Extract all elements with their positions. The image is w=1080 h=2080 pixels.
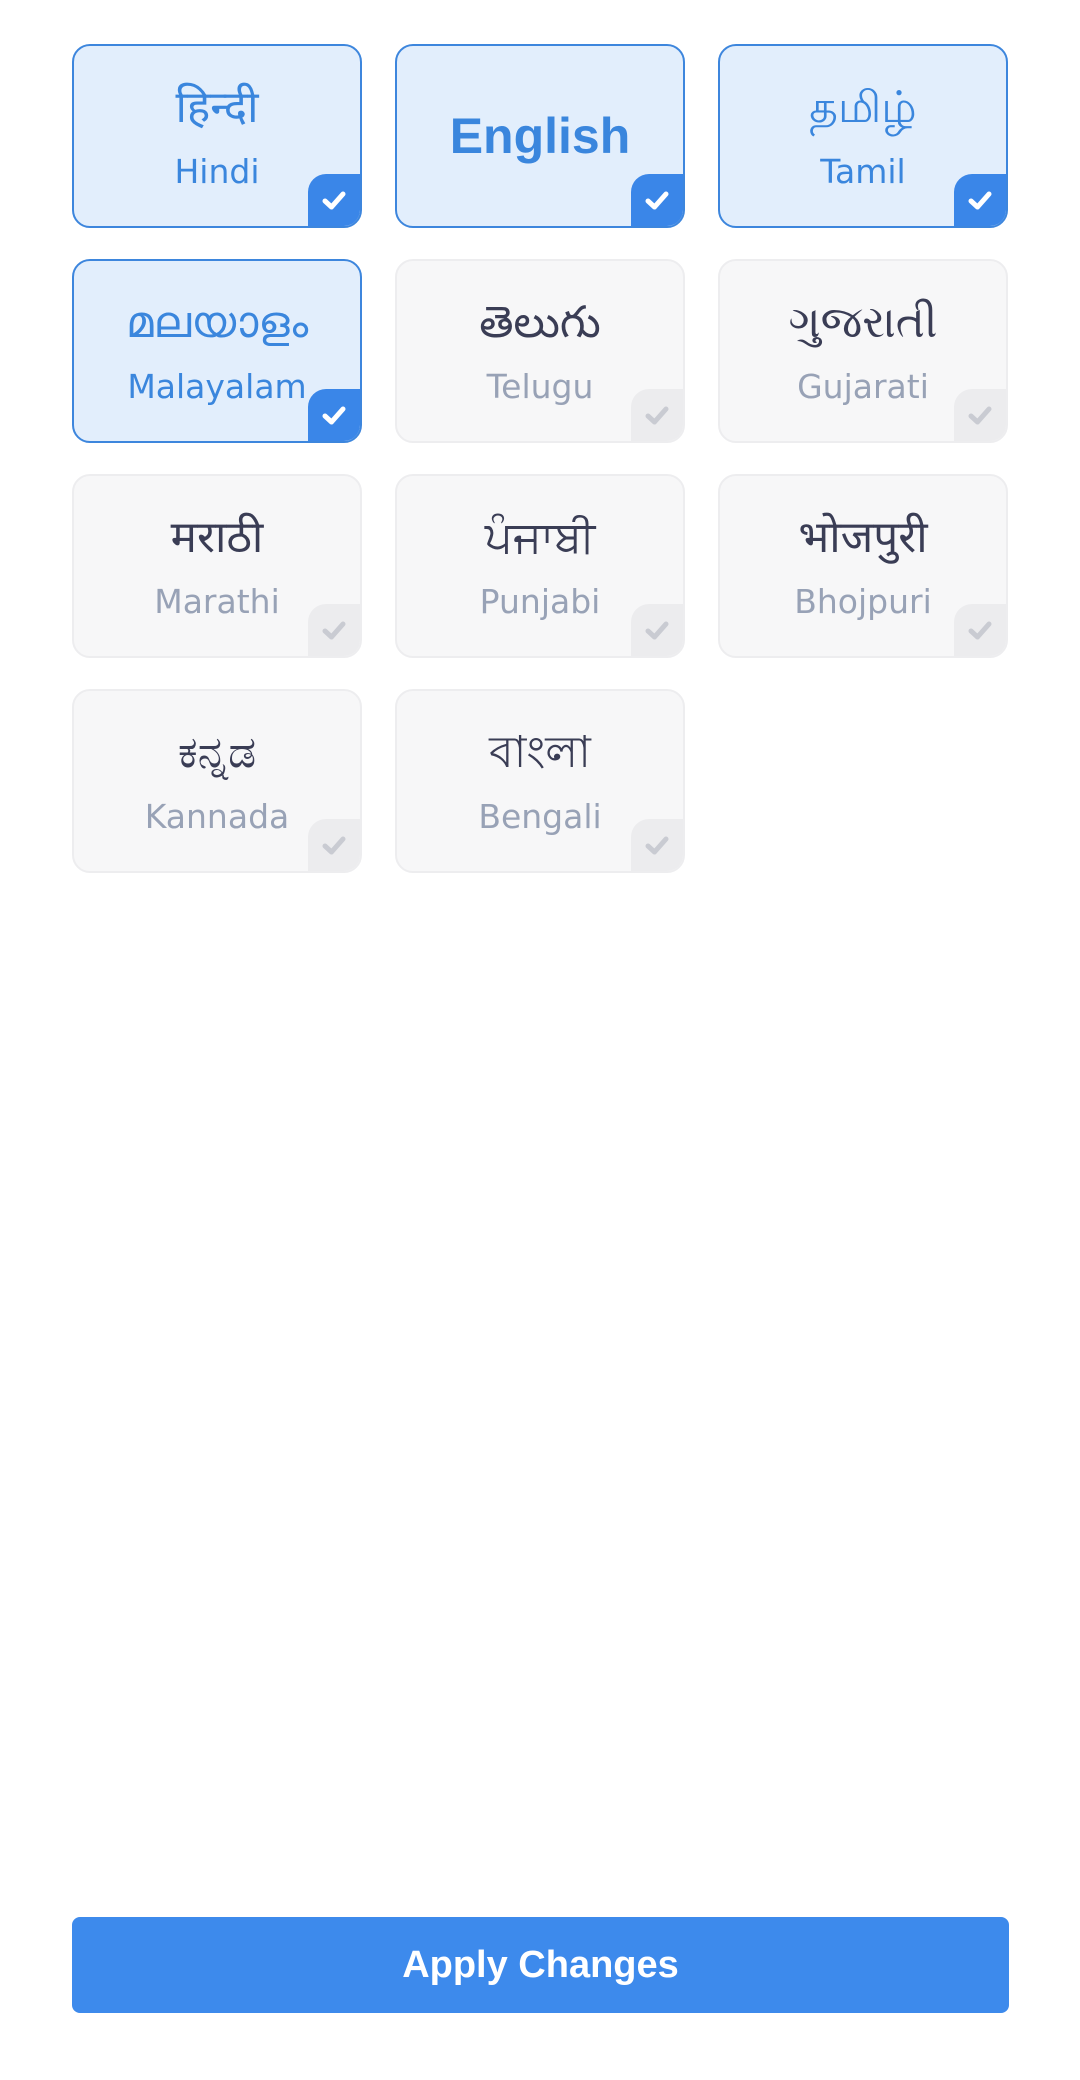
checkmark-icon [954,604,1006,656]
language-tile-bhojpuri[interactable]: भोजपुरी Bhojpuri [718,474,1008,658]
language-native-name: తెలుగు [479,297,601,348]
checkmark-icon [631,389,683,441]
checkmark-icon [954,389,1006,441]
language-english-name: Marathi [154,582,280,621]
language-native-name: ਪੰਜਾਬੀ [484,512,596,563]
checkmark-icon [308,819,360,871]
language-tile-marathi[interactable]: मराठी Marathi [72,474,362,658]
language-grid: हिन्दी Hindi English தமிழ் Tamil മലയാളം … [72,44,1009,873]
language-english-name: Telugu [486,367,594,406]
language-tile-punjabi[interactable]: ਪੰਜਾਬੀ Punjabi [395,474,685,658]
language-english-name: Bengali [478,797,602,836]
language-english-name: Bhojpuri [794,582,932,621]
language-native-name: ಕನ್ನಡ [177,727,257,778]
language-english-name: Malayalam [127,367,307,406]
checkmark-icon [308,174,360,226]
language-native-name: मराठी [170,512,264,563]
language-native-name: தமிழ் [809,82,917,133]
language-english-name: Hindi [174,152,260,191]
language-english-name: Kannada [144,797,290,836]
language-tile-telugu[interactable]: తెలుగు Telugu [395,259,685,443]
checkmark-icon [308,604,360,656]
language-tile-english[interactable]: English [395,44,685,228]
language-tile-gujarati[interactable]: ગુજરાતી Gujarati [718,259,1008,443]
language-native-name: English [449,108,631,164]
language-english-name: Punjabi [479,582,601,621]
language-tile-malayalam[interactable]: മലയാളം Malayalam [72,259,362,443]
language-tile-tamil[interactable]: தமிழ் Tamil [718,44,1008,228]
checkmark-icon [631,604,683,656]
checkmark-icon [631,819,683,871]
language-tile-kannada[interactable]: ಕನ್ನಡ Kannada [72,689,362,873]
language-tile-bengali[interactable]: বাংলা Bengali [395,689,685,873]
language-tile-hindi[interactable]: हिन्दी Hindi [72,44,362,228]
language-native-name: বাংলা [489,727,591,778]
checkmark-icon [631,174,683,226]
checkmark-icon [308,389,360,441]
apply-changes-button[interactable]: Apply Changes [72,1917,1009,2013]
language-native-name: ગુજરાતી [788,297,938,348]
language-english-name: Gujarati [797,367,929,406]
language-english-name: Tamil [820,152,906,191]
language-native-name: മലയാളം [125,297,309,348]
language-native-name: हिन्दी [175,82,259,133]
language-native-name: भोजपुरी [798,512,928,563]
checkmark-icon [954,174,1006,226]
